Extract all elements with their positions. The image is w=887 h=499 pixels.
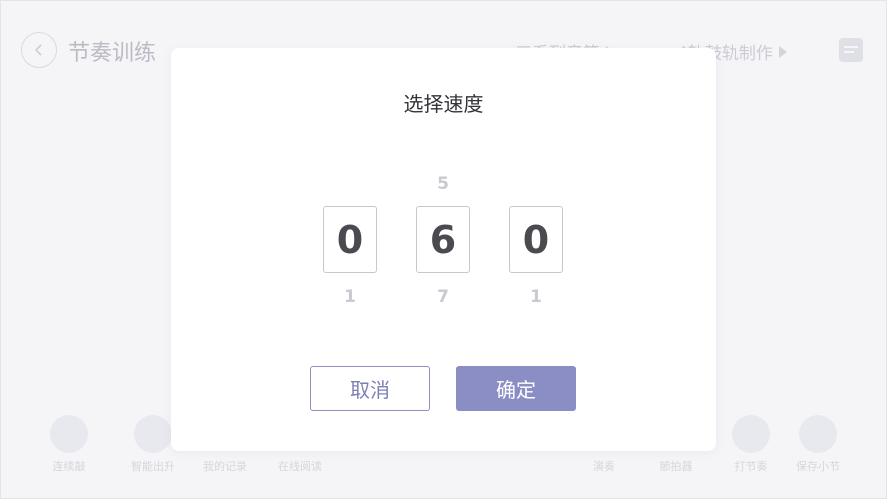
digit-prev [508,172,564,196]
digit-next: 1 [530,287,542,307]
digit-current[interactable]: 0 [323,206,377,273]
digit-wheel-tens[interactable]: 5 6 7 [415,172,471,309]
digit-wheel-hundreds[interactable]: 0 1 [322,172,378,309]
dialog-title: 选择速度 [403,92,484,116]
cancel-button[interactable]: 取消 [310,366,430,411]
digit-current[interactable]: 0 [509,206,563,273]
speed-dialog: 选择速度 0 1 5 6 7 0 1 取消 确定 [171,48,716,451]
digit-next: 1 [344,287,356,307]
digit-current[interactable]: 6 [416,206,470,273]
digit-next: 7 [437,287,449,307]
digit-prev: 5 [437,174,449,194]
confirm-button[interactable]: 确定 [456,366,576,411]
digit-prev [322,172,378,196]
digit-wheel-ones[interactable]: 0 1 [508,172,564,309]
